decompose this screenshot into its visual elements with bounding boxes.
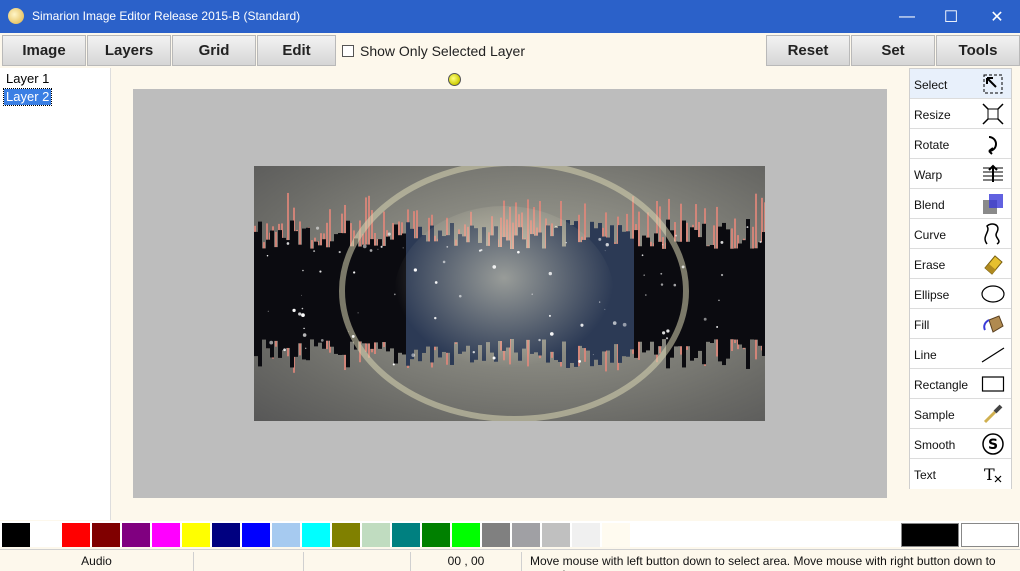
status-coordinates: 00 , 00 xyxy=(411,552,522,571)
color-swatch[interactable] xyxy=(482,523,511,547)
close-button[interactable]: ✕ xyxy=(974,0,1020,33)
app-icon xyxy=(8,8,24,24)
tool-erase[interactable]: Erase xyxy=(910,249,1011,279)
eraser-icon xyxy=(984,255,1003,275)
color-swatch[interactable] xyxy=(362,523,391,547)
blend-icon xyxy=(983,194,1003,214)
color-swatch[interactable] xyxy=(332,523,361,547)
set-button[interactable]: Set xyxy=(851,35,935,66)
tool-label: Warp xyxy=(914,168,943,182)
color-swatch[interactable] xyxy=(122,523,151,547)
tool-label: Curve xyxy=(914,228,947,242)
status-audio: Audio xyxy=(0,552,194,571)
minimize-button[interactable]: — xyxy=(884,0,930,33)
tool-label: Smooth xyxy=(914,438,956,452)
color-swatch[interactable] xyxy=(212,523,241,547)
rotate-icon xyxy=(988,136,997,155)
show-selected-layer-checkbox[interactable] xyxy=(342,45,354,57)
status-bar: Audio 00 , 00 Move mouse with left butto… xyxy=(0,549,1020,571)
layers-menu-button[interactable]: Layers xyxy=(87,35,171,66)
image-menu-button[interactable]: Image xyxy=(2,35,86,66)
color-swatch[interactable] xyxy=(602,523,631,547)
tools-panel: Select Resize Rotate Warp Blend Curve Er… xyxy=(909,68,1012,489)
layer-image-graphic xyxy=(254,166,765,421)
warp-icon xyxy=(983,164,1003,182)
status-empty-2 xyxy=(304,552,411,571)
edit-menu-button[interactable]: Edit xyxy=(257,35,336,66)
window-title: Simarion Image Editor Release 2015-B (St… xyxy=(32,9,301,23)
color-swatch[interactable] xyxy=(422,523,451,547)
tool-warp[interactable]: Warp xyxy=(910,159,1011,189)
color-swatch[interactable] xyxy=(542,523,571,547)
tool-ellipse[interactable]: Ellipse xyxy=(910,279,1011,309)
layer-item-1[interactable]: Layer 1 xyxy=(4,71,51,87)
line-icon xyxy=(981,347,1005,363)
color-swatch[interactable] xyxy=(182,523,211,547)
tools-button[interactable]: Tools xyxy=(936,35,1020,66)
tool-resize[interactable]: Resize xyxy=(910,99,1011,129)
color-swatch[interactable] xyxy=(392,523,421,547)
tool-curve[interactable]: Curve xyxy=(910,219,1011,249)
color-swatch[interactable] xyxy=(572,523,601,547)
color-swatch[interactable] xyxy=(272,523,301,547)
color-swatch[interactable] xyxy=(32,523,61,547)
tool-label: Erase xyxy=(914,258,946,272)
secondary-color-box[interactable] xyxy=(961,523,1019,547)
show-selected-layer-label[interactable]: Show Only Selected Layer xyxy=(360,43,525,59)
title-bar: Simarion Image Editor Release 2015-B (St… xyxy=(0,0,1020,33)
tool-blend[interactable]: Blend xyxy=(910,189,1011,219)
resize-icon xyxy=(982,103,1004,125)
layer-image[interactable] xyxy=(254,166,765,421)
tool-label: Rotate xyxy=(914,138,950,152)
menu-bar: Image Layers Grid Edit Show Only Selecte… xyxy=(0,33,1020,68)
canvas-area xyxy=(111,68,908,520)
color-swatch[interactable] xyxy=(302,523,331,547)
color-swatch[interactable] xyxy=(92,523,121,547)
tool-label: Select xyxy=(914,78,948,92)
color-swatch[interactable] xyxy=(242,523,271,547)
status-empty-1 xyxy=(194,552,304,571)
tool-label: Text xyxy=(914,468,937,482)
layers-panel: Layer 1 Layer 2 xyxy=(0,68,111,520)
maximize-button[interactable]: ☐ xyxy=(928,0,974,33)
tool-label: Ellipse xyxy=(914,288,950,302)
tool-label: Sample xyxy=(914,408,955,422)
layer-rotation-handle[interactable] xyxy=(448,73,461,86)
svg-text:T: T xyxy=(984,465,995,484)
color-swatch[interactable] xyxy=(2,523,31,547)
status-hint: Move mouse with left button down to sele… xyxy=(530,554,996,571)
reset-button[interactable]: Reset xyxy=(766,35,850,66)
tool-line[interactable]: Line xyxy=(910,339,1011,369)
tool-label: Line xyxy=(914,348,937,362)
svg-text:S: S xyxy=(988,437,998,453)
curve-icon xyxy=(984,223,1000,245)
tool-rotate[interactable]: Rotate xyxy=(910,129,1011,159)
tool-label: Rectangle xyxy=(914,378,969,392)
tool-text[interactable]: Text T xyxy=(910,459,1011,489)
tool-smooth[interactable]: Smooth S xyxy=(910,429,1011,459)
smooth-icon: S xyxy=(982,433,1004,455)
text-clear-icon: T xyxy=(984,465,1002,484)
tool-label: Resize xyxy=(914,108,951,122)
canvas[interactable] xyxy=(133,89,887,498)
tool-label: Fill xyxy=(914,318,930,332)
primary-color-box[interactable] xyxy=(901,523,959,547)
color-palette xyxy=(0,521,1020,547)
tool-label: Blend xyxy=(914,198,945,212)
color-swatch[interactable] xyxy=(512,523,541,547)
eyedropper-icon xyxy=(983,404,1003,424)
fill-bucket-icon xyxy=(983,315,1004,333)
color-swatch[interactable] xyxy=(452,523,481,547)
ellipse-icon xyxy=(981,285,1005,303)
select-icon xyxy=(983,74,1003,94)
color-swatch[interactable] xyxy=(62,523,91,547)
tool-fill[interactable]: Fill xyxy=(910,309,1011,339)
tool-sample[interactable]: Sample xyxy=(910,399,1011,429)
layer-item-2[interactable]: Layer 2 xyxy=(2,88,53,106)
color-swatch[interactable] xyxy=(152,523,181,547)
tool-rectangle[interactable]: Rectangle xyxy=(910,369,1011,399)
grid-menu-button[interactable]: Grid xyxy=(172,35,256,66)
tool-select[interactable]: Select xyxy=(910,69,1011,99)
rectangle-icon xyxy=(981,376,1005,392)
